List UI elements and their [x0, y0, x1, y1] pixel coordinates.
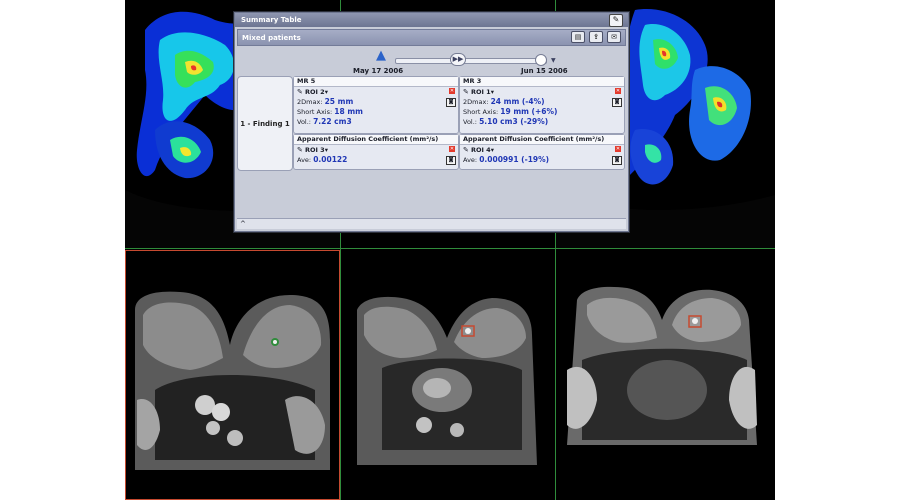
camera-icon[interactable]: ◙ — [612, 156, 622, 165]
adc-header: Apparent Diffusion Coefficient (mm²/s) — [294, 135, 458, 145]
pencil-icon: ✎ — [463, 146, 469, 154]
dropdown-icon[interactable]: ▾ — [491, 88, 494, 96]
mr-pane-3[interactable] — [557, 250, 775, 500]
short-axis-label: Short Axis: — [297, 108, 333, 116]
chat-icon[interactable]: ✉ — [607, 31, 621, 43]
adc-header: Apparent Diffusion Coefficient (mm²/s) — [460, 135, 624, 145]
timeline-track[interactable] — [395, 58, 547, 64]
roi-row[interactable]: ✎ ROI 3▾ ✕ — [294, 145, 458, 155]
summary-table-window[interactable]: Summary Table ✎ Mixed patients ▤ ⇪ ✉ ▲ ▶… — [234, 12, 629, 232]
dmax-label: 2Dmax: — [463, 98, 489, 106]
print-icon[interactable]: ▤ — [571, 31, 585, 43]
study-mr-label: MR 5 — [294, 77, 458, 87]
measure-row-short-axis: Short Axis: 19 mm (+6%) — [460, 107, 624, 117]
pen-icon[interactable]: ✎ — [609, 14, 623, 27]
timeline-end-handle[interactable] — [535, 54, 547, 66]
study-date-2: Jun 15 2006 — [521, 67, 568, 75]
pencil-icon: ✎ — [463, 88, 469, 96]
short-axis-value: 19 mm (+6%) — [500, 107, 558, 116]
measure-row-dmax: 2Dmax: 25 mm ◙ — [294, 97, 458, 107]
dropdown-icon[interactable]: ▾ — [325, 88, 328, 96]
study-card-2: MR 3 ✎ ROI 1▾ ✕ 2Dmax: 24 mm (-4%) ◙ Sho… — [459, 76, 625, 134]
timeline-start-icon[interactable]: ▲ — [373, 49, 389, 63]
mr-pane-1[interactable] — [125, 250, 340, 500]
measure-row-short-axis: Short Axis: 18 mm — [294, 107, 458, 117]
mr-image-3 — [567, 286, 757, 445]
measure-row-vol: Vol.: 7.22 cm3 — [294, 117, 458, 127]
camera-icon[interactable]: ◙ — [446, 98, 456, 107]
grid-divider-h1 — [125, 248, 775, 249]
roi-name: ROI 1 — [470, 88, 491, 96]
adc-card-1: Apparent Diffusion Coefficient (mm²/s) ✎… — [293, 134, 459, 170]
roi-row[interactable]: ✎ ROI 1▾ ✕ — [460, 87, 624, 97]
short-axis-label: Short Axis: — [463, 108, 499, 116]
delete-icon[interactable]: ✕ — [615, 146, 621, 152]
dmax-value: 25 mm — [324, 97, 354, 106]
vol-value: 5.10 cm3 (-29%) — [479, 117, 549, 126]
fast-forward-icon[interactable]: ▶▶ — [450, 53, 466, 66]
dropdown-icon[interactable]: ▾ — [325, 146, 328, 154]
study-date-1: May 17 2006 — [353, 67, 404, 75]
roi-row[interactable]: ✎ ROI 4▾ ✕ — [460, 145, 624, 155]
mr-pane-2[interactable] — [342, 250, 555, 500]
ave-value: 0.00122 — [313, 155, 348, 164]
summary-title: Summary Table — [241, 16, 302, 24]
vol-value: 7.22 cm3 — [313, 117, 352, 126]
camera-icon[interactable]: ◙ — [612, 98, 622, 107]
roi-row[interactable]: ✎ ROI 2▾ ✕ — [294, 87, 458, 97]
measure-row-ave: Ave: 0.000991 (-19%) ◙ — [460, 155, 624, 165]
ave-label: Ave: — [297, 156, 312, 164]
short-axis-value: 18 mm — [334, 107, 363, 116]
adc-card-2: Apparent Diffusion Coefficient (mm²/s) ✎… — [459, 134, 625, 170]
export-icon[interactable]: ⇪ — [589, 31, 603, 43]
roi-name: ROI 2 — [304, 88, 325, 96]
camera-icon[interactable]: ◙ — [446, 156, 456, 165]
pencil-icon: ✎ — [297, 88, 303, 96]
patient-label: Mixed patients — [242, 33, 301, 42]
ave-value: 0.000991 (-19%) — [479, 155, 550, 164]
mr-image-2 — [357, 296, 537, 465]
timeline-bar: ▲ ▶▶ ▼ — [235, 46, 628, 66]
vol-label: Vol.: — [297, 118, 311, 126]
roi-name: ROI 4 — [470, 146, 491, 154]
mr-image-1 — [135, 291, 330, 470]
roi-name: ROI 3 — [304, 146, 325, 154]
dmax-label: 2Dmax: — [297, 98, 323, 106]
study-mr-label: MR 3 — [460, 77, 624, 87]
pencil-icon: ✎ — [297, 146, 303, 154]
delete-icon[interactable]: ✕ — [449, 88, 455, 94]
dropdown-icon[interactable]: ▾ — [491, 146, 494, 154]
patient-bar: Mixed patients ▤ ⇪ ✉ — [237, 29, 626, 46]
vol-label: Vol.: — [463, 118, 477, 126]
summary-titlebar[interactable]: Summary Table ✎ — [235, 13, 628, 27]
finding-label[interactable]: 1 - Finding 1 — [237, 76, 293, 171]
measure-row-vol: Vol.: 5.10 cm3 (-29%) — [460, 117, 624, 127]
measure-row-ave: Ave: 0.00122 ◙ — [294, 155, 458, 165]
chevron-down-icon[interactable]: ▼ — [551, 57, 556, 64]
measure-row-dmax: 2Dmax: 24 mm (-4%) ◙ — [460, 97, 624, 107]
delete-icon[interactable]: ✕ — [449, 146, 455, 152]
delete-icon[interactable]: ✕ — [615, 88, 621, 94]
collapse-arrow-icon[interactable]: ^ — [240, 220, 246, 228]
ave-label: Ave: — [463, 156, 478, 164]
study-card-1: MR 5 ✎ ROI 2▾ ✕ 2Dmax: 25 mm ◙ Short Axi… — [293, 76, 459, 134]
summary-footer: ^ — [237, 218, 626, 229]
dmax-value: 24 mm (-4%) — [490, 97, 545, 106]
